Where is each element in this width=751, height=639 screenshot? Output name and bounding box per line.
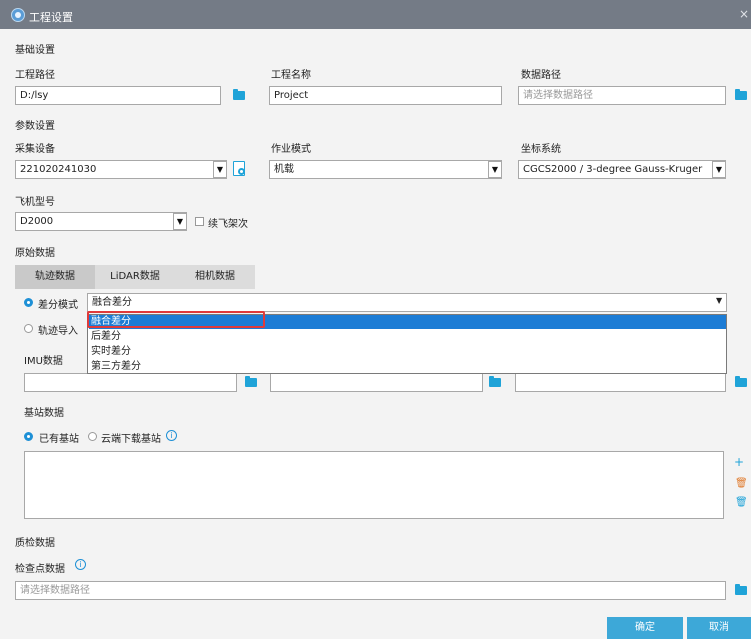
dropdown-arrow-icon[interactable]: ▼ bbox=[712, 161, 726, 178]
folder-icon[interactable] bbox=[245, 376, 257, 387]
existing-base-label: 已有基站 bbox=[39, 434, 79, 445]
data-path-input[interactable]: 请选择数据路径 bbox=[518, 86, 726, 105]
continue-flight-checkbox[interactable] bbox=[195, 217, 204, 226]
dropdown-arrow-icon[interactable]: ▼ bbox=[716, 296, 722, 305]
basic-settings-title: 基础设置 bbox=[15, 45, 55, 56]
clear-icon[interactable]: 🗑 bbox=[735, 497, 748, 509]
crs-label: 坐标系统 bbox=[521, 144, 561, 155]
close-icon[interactable]: × bbox=[737, 7, 751, 21]
highlight-box bbox=[87, 311, 265, 328]
crs-select[interactable]: CGCS2000 / 3-degree Gauss-Kruger bbox=[518, 160, 726, 179]
qc-data-title: 质检数据 bbox=[15, 538, 55, 549]
project-path-label: 工程路径 bbox=[15, 70, 55, 81]
checkpoint-label: 检查点数据 bbox=[15, 564, 65, 575]
cloud-base-radio[interactable] bbox=[88, 432, 97, 441]
dropdown-option[interactable]: 第三方差分 bbox=[89, 360, 726, 374]
device-label: 采集设备 bbox=[15, 144, 55, 155]
track-import-radio[interactable] bbox=[24, 324, 33, 333]
dropdown-option[interactable]: 实时差分 bbox=[89, 345, 726, 359]
device-select[interactable]: 221020241030 bbox=[15, 160, 227, 179]
diff-mode-radio[interactable] bbox=[24, 298, 33, 307]
folder-icon[interactable] bbox=[735, 584, 747, 595]
extra-data-input[interactable] bbox=[515, 373, 726, 392]
ok-button[interactable]: 确定 bbox=[607, 617, 683, 639]
project-name-label: 工程名称 bbox=[271, 70, 311, 81]
existing-base-radio[interactable] bbox=[24, 432, 33, 441]
cloud-base-label: 云端下载基站 bbox=[101, 434, 161, 445]
track-data-input[interactable] bbox=[270, 373, 483, 392]
diff-mode-select[interactable]: 融合差分 bbox=[87, 293, 727, 312]
folder-icon[interactable] bbox=[735, 89, 747, 100]
base-station-list[interactable] bbox=[24, 451, 724, 519]
checkpoint-input[interactable]: 请选择数据路径 bbox=[15, 581, 726, 600]
dropdown-arrow-icon[interactable]: ▼ bbox=[213, 161, 227, 178]
info-icon[interactable]: i bbox=[75, 559, 86, 570]
aircraft-select[interactable]: D2000 bbox=[15, 212, 187, 231]
continue-flight-label: 续飞架次 bbox=[208, 219, 248, 230]
diff-mode-label: 差分模式 bbox=[38, 300, 78, 311]
cancel-button[interactable]: 取消 bbox=[687, 617, 751, 639]
title-bar bbox=[0, 0, 751, 29]
device-settings-icon[interactable] bbox=[233, 161, 245, 176]
app-logo-icon bbox=[11, 8, 25, 22]
imu-data-label: IMU数据 bbox=[24, 356, 63, 367]
folder-icon[interactable] bbox=[489, 376, 501, 387]
window-title: 工程设置 bbox=[29, 11, 73, 24]
tab-lidar-data[interactable]: LiDAR数据 bbox=[95, 265, 175, 289]
base-station-title: 基站数据 bbox=[24, 408, 64, 419]
dropdown-arrow-icon[interactable]: ▼ bbox=[488, 161, 502, 178]
project-path-input[interactable]: D:/lsy bbox=[15, 86, 221, 105]
add-icon[interactable]: + bbox=[734, 456, 744, 468]
delete-icon[interactable]: 🗑 bbox=[735, 478, 748, 490]
raw-data-title: 原始数据 bbox=[15, 248, 55, 259]
folder-icon[interactable] bbox=[233, 89, 245, 100]
imu-data-input[interactable] bbox=[24, 373, 237, 392]
dropdown-arrow-icon[interactable]: ▼ bbox=[173, 213, 187, 230]
info-icon[interactable]: i bbox=[166, 430, 177, 441]
dropdown-option[interactable]: 后差分 bbox=[89, 330, 726, 344]
folder-icon[interactable] bbox=[735, 376, 747, 387]
aircraft-label: 飞机型号 bbox=[15, 197, 55, 208]
work-mode-select[interactable]: 机载 bbox=[269, 160, 502, 179]
tab-camera-data[interactable]: 相机数据 bbox=[175, 265, 255, 289]
work-mode-label: 作业模式 bbox=[271, 144, 311, 155]
project-name-input[interactable]: Project bbox=[269, 86, 502, 105]
tab-track-data[interactable]: 轨迹数据 bbox=[15, 265, 95, 289]
data-path-label: 数据路径 bbox=[521, 70, 561, 81]
track-import-label: 轨迹导入 bbox=[38, 326, 78, 337]
param-settings-title: 参数设置 bbox=[15, 121, 55, 132]
